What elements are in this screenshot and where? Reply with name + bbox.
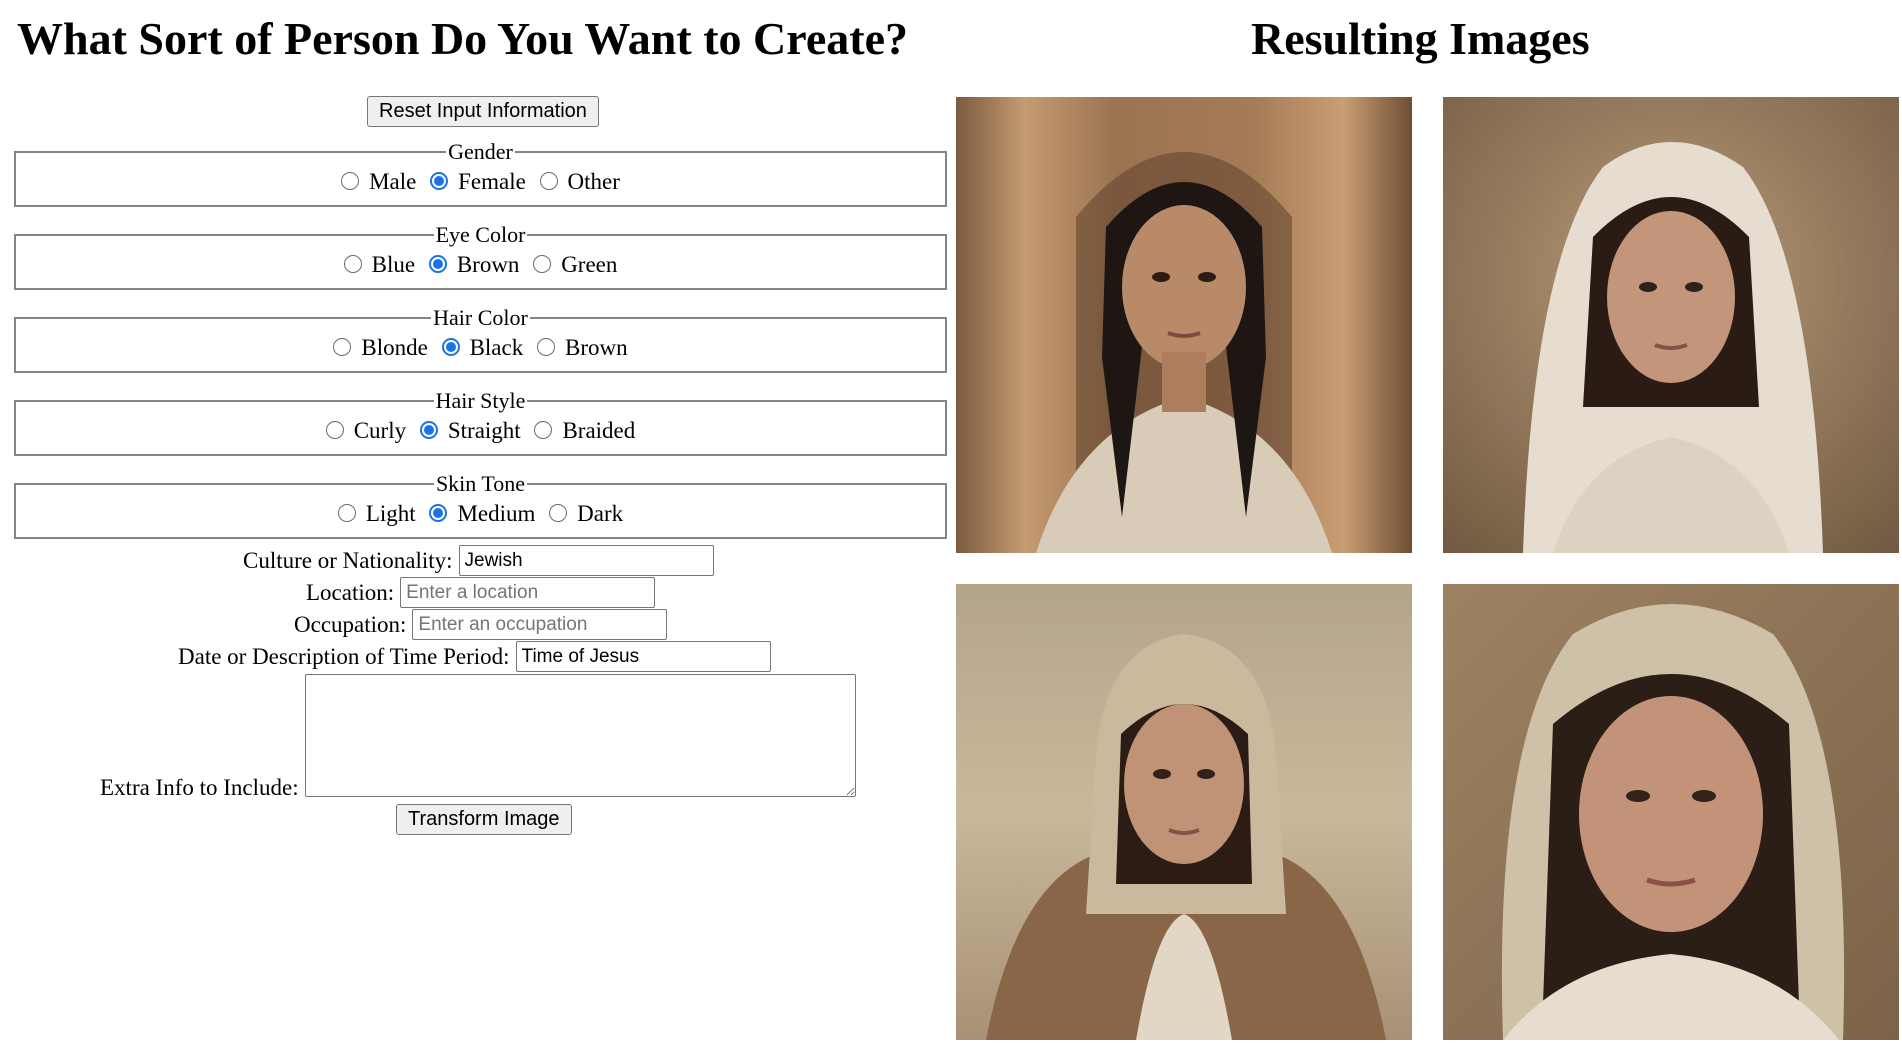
result-image-3 [956, 584, 1412, 1040]
radio-option[interactable]: Black [441, 335, 524, 361]
radio-button[interactable] [549, 504, 568, 522]
transform-image-button[interactable]: Transform Image [396, 804, 572, 835]
radio-option[interactable]: Light [337, 501, 416, 527]
radio-option[interactable]: Dark [549, 501, 623, 527]
radio-label: Curly [353, 418, 407, 443]
gender-group: Gender Male Female Other [14, 141, 947, 207]
group-legend: Eye Color [435, 222, 526, 247]
culture-label: Culture or Nationality: [243, 547, 453, 573]
occupation-input[interactable] [412, 609, 668, 640]
date-row: Date or Description of Time Period: [178, 641, 771, 672]
radio-option[interactable]: Blue [343, 252, 416, 278]
radio-option[interactable]: Blonde [333, 335, 428, 361]
radio-label: Male [369, 169, 417, 194]
radio-label: Blonde [361, 335, 428, 360]
radio-label: Straight [447, 418, 521, 443]
hair-style-group: Hair Style Curly Straight Braided [14, 390, 947, 456]
portrait-image [1443, 584, 1899, 1040]
radio-button[interactable] [441, 338, 460, 356]
radio-button[interactable] [343, 255, 362, 273]
date-label: Date or Description of Time Period: [178, 643, 510, 669]
radio-button[interactable] [533, 255, 552, 273]
radio-button[interactable] [341, 172, 360, 190]
result-image-1 [956, 97, 1412, 553]
radio-label: Dark [577, 501, 624, 526]
eye-color-group: Eye Color Blue Brown Green [14, 224, 947, 290]
culture-row: Culture or Nationality: [243, 545, 714, 576]
group-legend: Skin Tone [435, 471, 526, 496]
group-legend: Gender [448, 139, 513, 164]
radio-button[interactable] [419, 421, 438, 439]
radio-option[interactable]: Brown [428, 252, 520, 278]
radio-label: Female [458, 169, 526, 194]
location-label: Location: [306, 579, 395, 605]
radio-option[interactable]: Green [533, 252, 617, 278]
radio-button[interactable] [539, 172, 558, 190]
extra-info-textarea[interactable] [304, 674, 856, 797]
portrait-image [956, 97, 1412, 553]
radio-label: Blue [371, 252, 416, 277]
results-title: Resulting Images [1251, 13, 1590, 64]
radio-label: Medium [457, 501, 536, 526]
occupation-label: Occupation: [294, 611, 407, 637]
radio-button[interactable] [428, 255, 447, 273]
radio-option[interactable]: Female [430, 169, 526, 195]
date-input[interactable] [515, 641, 771, 672]
radio-option[interactable]: Medium [429, 501, 535, 527]
radio-button[interactable] [429, 504, 448, 522]
radio-button[interactable] [534, 421, 553, 439]
radio-option[interactable]: Curly [325, 418, 407, 444]
result-image-4 [1443, 584, 1899, 1040]
location-row: Location: [306, 577, 656, 608]
radio-button[interactable] [333, 338, 352, 356]
radio-label: Other [567, 169, 620, 194]
radio-label: Brown [564, 335, 628, 360]
extra-label: Extra Info to Include: [100, 775, 299, 800]
radio-option[interactable]: Male [341, 169, 416, 195]
radio-label: Green [561, 252, 618, 277]
radio-option[interactable]: Brown [536, 335, 628, 361]
radio-label: Light [365, 501, 416, 526]
group-legend: Hair Color [433, 305, 528, 330]
reset-input-button[interactable]: Reset Input Information [367, 96, 599, 127]
radio-button[interactable] [325, 421, 344, 439]
radio-option[interactable]: Braided [534, 418, 635, 444]
radio-button[interactable] [430, 172, 449, 190]
portrait-image [1443, 97, 1899, 553]
occupation-row: Occupation: [294, 609, 668, 640]
radio-option[interactable]: Other [539, 169, 620, 195]
radio-option[interactable]: Straight [419, 418, 521, 444]
portrait-image [956, 584, 1412, 1040]
hair-color-group: Hair Color Blonde Black Brown [14, 307, 947, 373]
radio-button[interactable] [337, 504, 356, 522]
skin-tone-group: Skin Tone Light Medium Dark [14, 473, 947, 539]
group-legend: Hair Style [435, 388, 526, 413]
radio-label: Braided [562, 418, 636, 443]
result-image-2 [1443, 97, 1899, 553]
radio-label: Black [469, 335, 524, 360]
radio-label: Brown [456, 252, 520, 277]
form-title: What Sort of Person Do You Want to Creat… [17, 13, 908, 64]
location-input[interactable] [400, 577, 656, 608]
radio-button[interactable] [536, 338, 555, 356]
culture-input[interactable] [458, 545, 714, 576]
extra-row: Extra Info to Include: [100, 674, 856, 800]
